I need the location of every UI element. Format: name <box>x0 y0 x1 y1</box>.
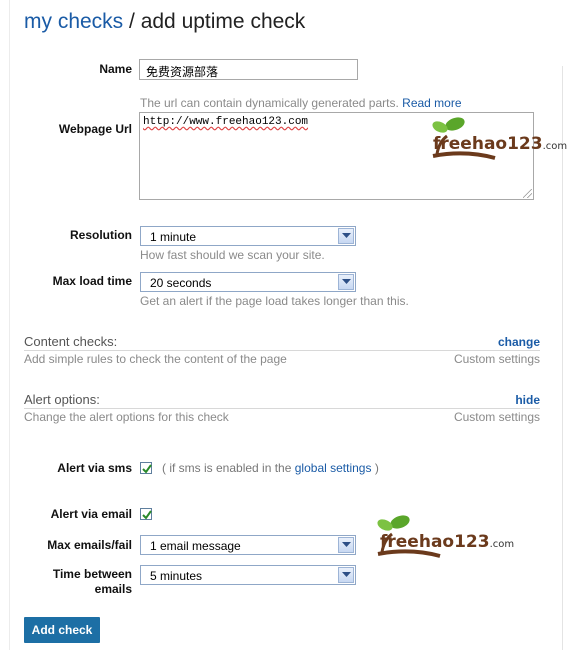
alert-sms-note-suffix: ) <box>374 461 379 475</box>
alert-sms-note: ( if sms is enabled in the global settin… <box>162 461 379 475</box>
checkmark-icon <box>142 464 152 474</box>
alert-sms-checkbox[interactable] <box>140 462 152 474</box>
resolution-label: Resolution <box>70 228 132 242</box>
time-between-select[interactable]: 5 minutes <box>140 565 356 585</box>
time-between-label-line1: Time between <box>52 567 132 581</box>
resolution-hint: How fast should we scan your site. <box>140 248 325 262</box>
content-checks-description: Add simple rules to check the content of… <box>24 352 287 366</box>
alert-email-label: Alert via email <box>50 507 132 521</box>
breadcrumb-my-checks-link[interactable]: my checks <box>24 10 123 33</box>
resize-grip-icon[interactable] <box>523 189 532 198</box>
max-emails-value: 1 email message <box>150 539 241 553</box>
content-checks-title: Content checks: <box>24 334 118 349</box>
content-checks-status: Custom settings <box>453 352 540 366</box>
alert-sms-note-prefix: ( if sms is enabled in the <box>162 461 292 475</box>
watermark-text: freehao123.com <box>433 134 568 154</box>
watermark-logo: freehao123.com <box>425 114 567 162</box>
max-load-time-select[interactable]: 20 seconds <box>140 272 356 292</box>
url-hint: The url can contain dynamically generate… <box>140 96 462 110</box>
watermark-logo: freehao123.com <box>374 514 514 562</box>
url-hint-text: The url can contain dynamically generate… <box>140 96 399 110</box>
content-checks-change-link[interactable]: change <box>498 335 540 349</box>
webpage-url-value: http://www.freehao123.com <box>143 116 309 128</box>
alert-sms-label: Alert via sms <box>57 461 132 475</box>
chevron-down-icon[interactable] <box>338 537 354 553</box>
name-label: Name <box>99 62 132 76</box>
name-input[interactable]: 免费资源部落 <box>139 59 358 80</box>
page-left-border <box>9 0 10 650</box>
page-title: my checks / add uptime check <box>24 10 305 34</box>
resolution-value: 1 minute <box>150 230 197 244</box>
chevron-down-icon[interactable] <box>338 567 354 583</box>
add-check-button[interactable]: Add check <box>24 617 100 643</box>
max-load-time-value: 20 seconds <box>150 276 212 290</box>
max-load-time-hint: Get an alert if the page load takes long… <box>140 294 409 308</box>
chevron-down-icon[interactable] <box>338 274 354 290</box>
content-checks-divider <box>24 350 540 351</box>
checkmark-icon <box>142 510 152 520</box>
time-between-label: Time between emails <box>53 567 132 597</box>
alert-options-description: Change the alert options for this check <box>24 410 229 424</box>
alert-email-checkbox[interactable] <box>140 508 152 520</box>
page-title-text: add uptime check <box>140 10 306 33</box>
webpage-url-label: Webpage Url <box>58 122 132 136</box>
alert-options-hide-link[interactable]: hide <box>515 393 540 407</box>
alert-options-title: Alert options: <box>24 392 100 407</box>
breadcrumb-separator: / <box>123 10 141 33</box>
time-between-value: 5 minutes <box>150 569 203 583</box>
time-between-label-line2: emails <box>94 582 132 596</box>
resolution-select[interactable]: 1 minute <box>140 226 356 246</box>
alert-options-status: Custom settings <box>453 410 540 424</box>
max-emails-select[interactable]: 1 email message <box>140 535 356 555</box>
global-settings-link[interactable]: global settings <box>295 461 372 475</box>
max-load-time-label: Max load time <box>52 274 132 288</box>
alert-options-divider <box>24 408 540 409</box>
max-emails-label: Max emails/fail <box>47 538 132 552</box>
read-more-link[interactable]: Read more <box>402 96 461 110</box>
watermark-text: freehao123.com <box>380 532 515 552</box>
chevron-down-icon[interactable] <box>338 228 354 244</box>
